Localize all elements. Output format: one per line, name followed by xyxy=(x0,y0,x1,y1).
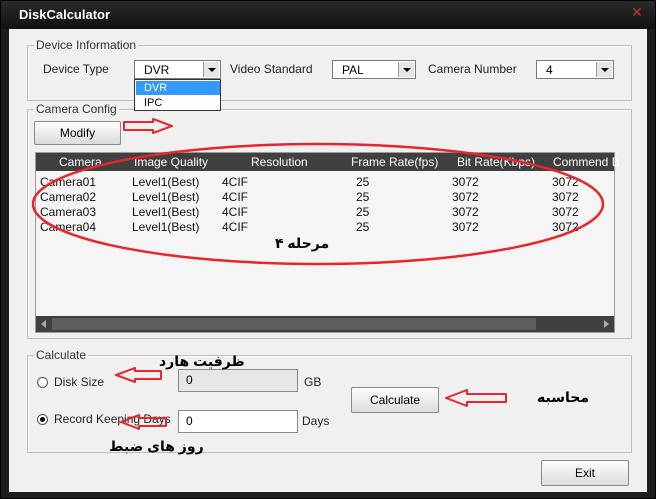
arrow-modify-icon xyxy=(123,118,173,134)
arrow-disk-size-icon xyxy=(115,367,162,383)
disk-calculator-window: DiskCalculator ✕ Device Information Devi… xyxy=(0,0,656,499)
arrow-record-days-icon xyxy=(120,414,167,430)
annotation-overlay xyxy=(31,118,605,430)
highlight-ellipse xyxy=(31,142,605,266)
arrow-calculate-icon xyxy=(445,389,507,407)
